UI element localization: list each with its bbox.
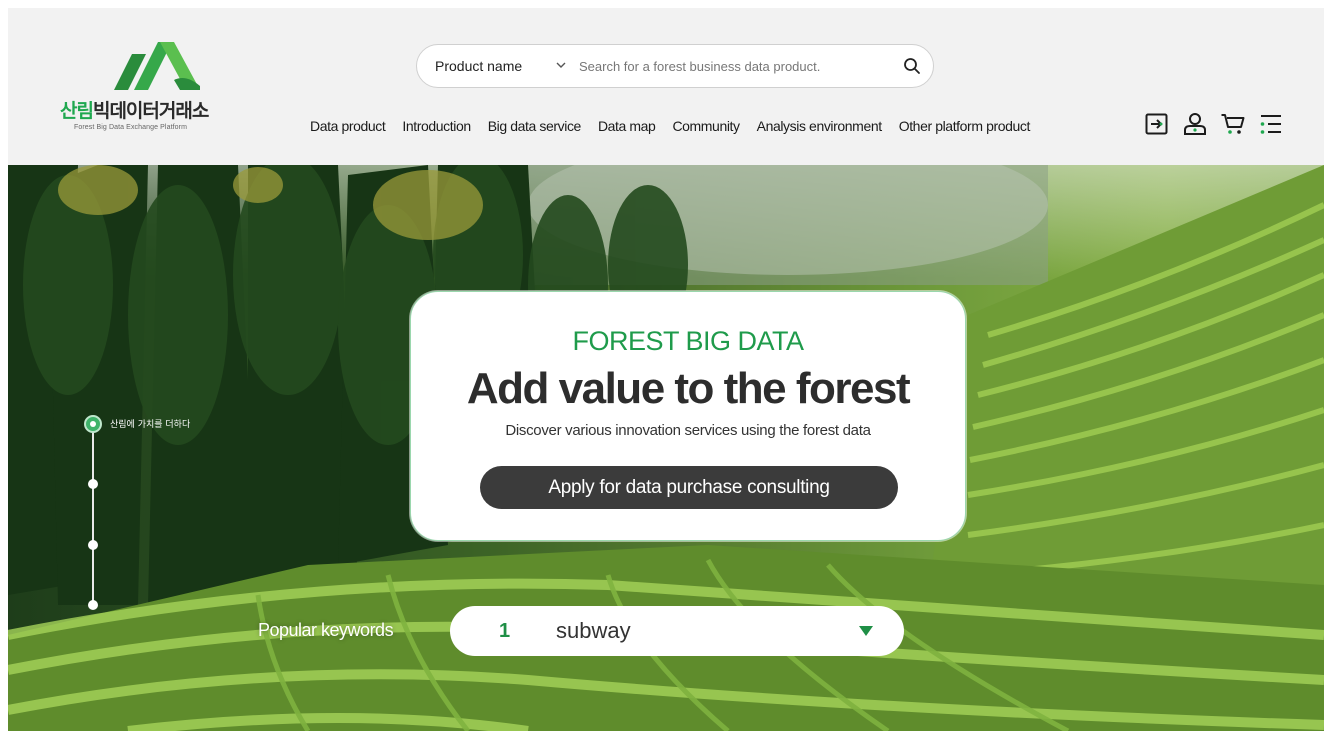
apply-consulting-button[interactable]: Apply for data purchase consulting (480, 466, 898, 509)
timeline-active-dot[interactable] (84, 415, 102, 433)
keyword-term[interactable]: subway (556, 618, 631, 644)
nav-item-other-platform-product[interactable]: Other platform product (899, 118, 1031, 134)
slide-timeline: 산림에 가치를 더하다 (84, 413, 214, 613)
logo-wordmark: 산림빅데이터거래소 (60, 100, 209, 122)
user-icon[interactable] (1182, 111, 1208, 137)
caret-down-icon[interactable] (858, 625, 874, 637)
search-category-select[interactable]: Product name (435, 58, 522, 74)
popular-keywords-dropdown[interactable]: 1 subway (450, 606, 904, 656)
logo-tagline: Forest Big Data Exchange Platform (74, 124, 188, 131)
timeline-dot[interactable] (88, 600, 98, 610)
hero-title: Add value to the forest (466, 364, 911, 413)
nav-item-data-map[interactable]: Data map (598, 118, 656, 134)
chevron-down-icon[interactable] (555, 59, 567, 71)
nav-item-community[interactable]: Community (672, 118, 740, 134)
logo-mark-icon (114, 42, 200, 90)
main-nav: Data product Introduction Big data servi… (310, 118, 1030, 134)
search-bar: Product name (416, 44, 934, 88)
timeline-dot[interactable] (88, 479, 98, 489)
cart-icon[interactable] (1220, 111, 1246, 137)
hero-card: FOREST BIG DATA Add value to the forest … (410, 291, 966, 541)
nav-item-introduction[interactable]: Introduction (402, 118, 471, 134)
hero-subtitle: Discover various innovation services usi… (505, 422, 871, 439)
search-icon[interactable] (903, 57, 921, 75)
site-header: 산림빅데이터거래소 Forest Big Data Exchange Platf… (8, 8, 1324, 165)
hero-kicker: FOREST BIG DATA (572, 326, 804, 356)
logo[interactable]: 산림빅데이터거래소 Forest Big Data Exchange Platf… (60, 40, 250, 140)
popular-keywords-label: Popular keywords (258, 620, 394, 640)
menu-icon[interactable] (1258, 111, 1284, 137)
keyword-rank: 1 (499, 620, 511, 642)
nav-item-analysis-environment[interactable]: Analysis environment (757, 118, 882, 134)
timeline-track (92, 423, 94, 609)
nav-item-big-data-service[interactable]: Big data service (488, 118, 582, 134)
nav-item-data-product[interactable]: Data product (310, 118, 386, 134)
timeline-label: 산림에 가치를 더하다 (110, 420, 191, 430)
search-input[interactable] (579, 54, 879, 78)
timeline-dot[interactable] (88, 540, 98, 550)
login-icon[interactable] (1144, 111, 1170, 137)
header-actions (1144, 111, 1284, 137)
hero-banner: 산림에 가치를 더하다 FOREST BIG DATA Add value to… (8, 165, 1324, 731)
